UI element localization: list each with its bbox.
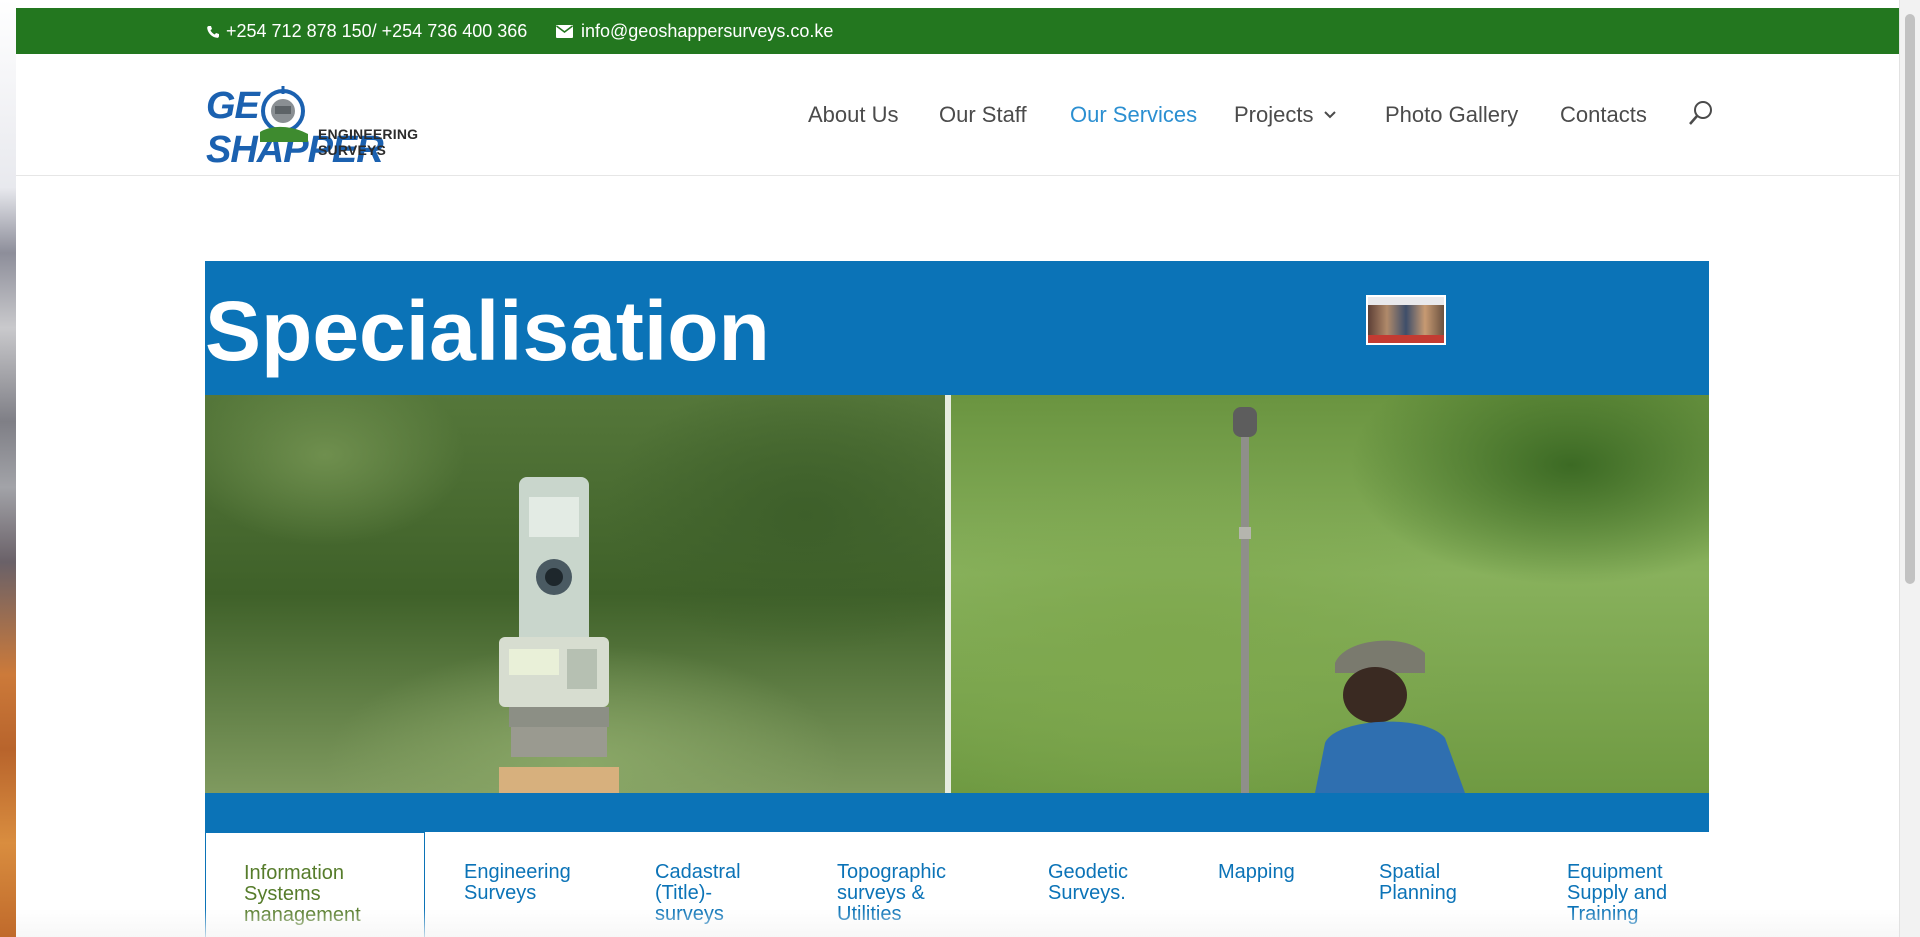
chevron-down-icon [1324,111,1337,119]
tab-geodetic-surveys[interactable]: Geodetic Surveys. [1048,832,1168,937]
search-button[interactable] [1688,100,1714,133]
site-header: GESHAPPER ENGINEERING SURVEYS About Us O… [16,54,1900,176]
tab-equipment-supply[interactable]: Equipment Supply and Training [1567,832,1697,937]
page-title: Specialisation [205,284,770,378]
tab-label: Information Systems management [244,862,361,926]
total-station-instrument [499,477,619,793]
tab-mapping[interactable]: Mapping [1218,832,1318,937]
nav-projects[interactable]: Projects [1234,102,1337,128]
hero-photo [205,395,1709,793]
phone-number: +254 712 878 150/ +254 736 400 366 [226,21,528,41]
services-tabs: Information Systems management Engineeri… [205,832,1709,937]
tab-cadastral-surveys[interactable]: Cadastral (Title)-surveys [655,832,785,937]
page-scrollbar[interactable] [1899,0,1920,937]
surveyor-person [1315,640,1465,793]
gps-pole [1233,407,1257,793]
nav-our-staff[interactable]: Our Staff [939,102,1027,128]
nav-our-services[interactable]: Our Services [1070,102,1197,128]
tab-topographic-surveys[interactable]: Topographic surveys & Utilities [837,832,987,937]
email-address: info@geoshappersurveys.co.ke [581,21,834,41]
nav-about-us[interactable]: About Us [808,102,899,128]
tab-label: Mapping [1218,861,1295,883]
browser-page: +254 712 878 150/ +254 736 400 366 info@… [16,8,1900,937]
nav-photo-gallery[interactable]: Photo Gallery [1385,102,1518,128]
tab-label: Equipment Supply and Training [1567,861,1668,925]
tab-label: Engineering Surveys [464,861,571,904]
specialisation-hero: Specialisation [205,261,1709,833]
tab-engineering-surveys[interactable]: Engineering Surveys [464,832,604,937]
search-icon [1689,101,1712,125]
tab-label: Spatial Planning [1379,861,1457,904]
main-nav: About Us Our Staff Our Services Projects… [16,102,1900,132]
desktop-wallpaper [0,0,16,937]
tab-label: Geodetic Surveys. [1048,861,1129,904]
nav-contacts[interactable]: Contacts [1560,102,1647,128]
tab-information-systems[interactable]: Information Systems management [205,832,425,937]
top-contact-bar: +254 712 878 150/ +254 736 400 366 info@… [16,8,1900,54]
envelope-icon [556,25,573,38]
scrollbar-thumb[interactable] [1905,14,1915,584]
phone-contact[interactable]: +254 712 878 150/ +254 736 400 366 [206,21,527,42]
tab-spatial-planning[interactable]: Spatial Planning [1379,832,1489,937]
tab-label: Cadastral (Title)-surveys [655,861,741,925]
email-contact[interactable]: info@geoshappersurveys.co.ke [556,21,833,42]
nav-projects-label: Projects [1234,102,1314,127]
phone-icon [206,25,220,39]
tab-label: Topographic surveys & Utilities [837,861,946,925]
gallery-thumbnail[interactable] [1366,295,1446,345]
